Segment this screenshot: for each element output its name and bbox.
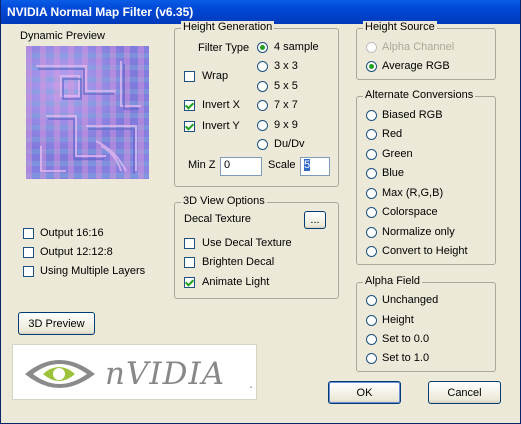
green-label: Green bbox=[382, 148, 413, 160]
alpha-channel-radio[interactable] bbox=[366, 42, 377, 53]
invert-x-checkbox[interactable] bbox=[184, 100, 195, 111]
red-label: Red bbox=[382, 128, 403, 140]
average-rgb-radio[interactable] bbox=[366, 61, 377, 72]
normalize-only-label: Normalize only bbox=[382, 226, 455, 238]
decal-browse-button[interactable]: ... bbox=[304, 211, 326, 229]
filter-5x5-radio[interactable] bbox=[257, 81, 268, 92]
window-title: NVIDIA Normal Map Filter (v6.35) bbox=[7, 5, 194, 19]
wrap-checkbox[interactable] bbox=[184, 71, 195, 82]
biased-rgb-radio[interactable] bbox=[366, 110, 377, 121]
invert-y-label: Invert Y bbox=[202, 120, 240, 132]
filter-9x9-label: 9 x 9 bbox=[274, 119, 298, 131]
filter-3x3-label: 3 x 3 bbox=[274, 60, 298, 72]
filter-7x7-label: 7 x 7 bbox=[274, 99, 298, 111]
unchanged-radio[interactable] bbox=[366, 295, 377, 306]
brighten-decal-checkbox[interactable] bbox=[184, 257, 195, 268]
filter-5x5-label: 5 x 5 bbox=[274, 80, 298, 92]
dialog-window: NVIDIA Normal Map Filter (v6.35) Dynamic… bbox=[0, 0, 521, 424]
filter-4-sample-label: 4 sample bbox=[274, 41, 319, 53]
alpha-field-title: Alpha Field bbox=[363, 275, 423, 287]
preview-label: Dynamic Preview bbox=[20, 30, 105, 42]
animate-light-checkbox[interactable] bbox=[184, 277, 195, 288]
use-decal-checkbox[interactable] bbox=[184, 238, 195, 249]
nvidia-logo-text: nVIDIA bbox=[105, 356, 226, 392]
set-to-zero-label: Set to 0.0 bbox=[382, 333, 430, 345]
red-radio[interactable] bbox=[366, 129, 377, 140]
max-rgb-radio[interactable] bbox=[366, 188, 377, 199]
average-rgb-label: Average RGB bbox=[382, 60, 450, 72]
height-source-title: Height Source bbox=[363, 21, 437, 33]
set-to-one-radio[interactable] bbox=[366, 353, 377, 364]
animate-light-label: Animate Light bbox=[202, 276, 270, 288]
invert-x-label: Invert X bbox=[202, 99, 240, 111]
output-12-12-8-checkbox[interactable] bbox=[23, 247, 34, 258]
multiple-layers-label: Using Multiple Layers bbox=[40, 265, 146, 277]
filter-dudv-label: Du/Dv bbox=[274, 138, 305, 150]
output-16-16-checkbox[interactable] bbox=[23, 228, 34, 239]
scale-input[interactable]: 5 bbox=[300, 157, 330, 176]
scale-label: Scale bbox=[268, 159, 296, 171]
normal-map-pattern bbox=[36, 61, 141, 174]
biased-rgb-label: Biased RGB bbox=[382, 109, 443, 121]
filter-4-sample-radio[interactable] bbox=[257, 42, 268, 53]
colorspace-radio[interactable] bbox=[366, 207, 377, 218]
nvidia-eye-icon bbox=[25, 360, 95, 388]
wrap-label: Wrap bbox=[202, 70, 229, 82]
min-z-input[interactable]: 0 bbox=[220, 157, 262, 176]
filter-9x9-radio[interactable] bbox=[257, 120, 268, 131]
3d-preview-button[interactable]: 3D Preview bbox=[18, 312, 95, 335]
height-label: Height bbox=[382, 314, 414, 326]
min-z-label: Min Z bbox=[188, 159, 216, 171]
filter-3x3-radio[interactable] bbox=[257, 61, 268, 72]
nvidia-logo: nVIDIA . bbox=[12, 344, 257, 400]
alternate-conversions-group: Alternate Conversions bbox=[356, 89, 496, 265]
alternate-conversions-title: Alternate Conversions bbox=[363, 89, 476, 101]
blue-label: Blue bbox=[382, 167, 405, 179]
brighten-decal-label: Brighten Decal bbox=[202, 256, 275, 268]
logo-mark: . bbox=[249, 375, 253, 391]
filter-type-label: Filter Type bbox=[198, 42, 250, 54]
filter-dudv-radio[interactable] bbox=[257, 139, 268, 150]
green-radio[interactable] bbox=[366, 149, 377, 160]
set-to-one-label: Set to 1.0 bbox=[382, 352, 430, 364]
multiple-layers-checkbox[interactable] bbox=[23, 266, 34, 277]
convert-to-height-label: Convert to Height bbox=[382, 245, 468, 257]
use-decal-label: Use Decal Texture bbox=[202, 237, 292, 249]
unchanged-label: Unchanged bbox=[382, 294, 439, 306]
height-radio[interactable] bbox=[366, 315, 377, 326]
output-16-16-label: Output 16:16 bbox=[40, 227, 104, 239]
ok-button[interactable]: OK bbox=[328, 381, 401, 404]
convert-to-height-radio[interactable] bbox=[366, 246, 377, 257]
scale-value: 5 bbox=[304, 159, 311, 171]
invert-y-checkbox[interactable] bbox=[184, 121, 195, 132]
output-12-12-8-label: Output 12:12:8 bbox=[40, 246, 113, 258]
colorspace-label: Colorspace bbox=[382, 206, 438, 218]
view-options-title: 3D View Options bbox=[181, 195, 267, 207]
height-generation-title: Height Generation bbox=[181, 21, 275, 33]
height-source-group: Height Source bbox=[356, 21, 496, 80]
normalize-only-radio[interactable] bbox=[366, 227, 377, 238]
filter-7x7-radio[interactable] bbox=[257, 100, 268, 111]
decal-texture-label: Decal Texture bbox=[184, 213, 252, 225]
alpha-channel-label: Alpha Channel bbox=[382, 41, 455, 53]
max-rgb-label: Max (R,G,B) bbox=[382, 187, 444, 199]
set-to-zero-radio[interactable] bbox=[366, 334, 377, 345]
dynamic-preview-image bbox=[26, 46, 149, 179]
cancel-button[interactable]: Cancel bbox=[428, 381, 501, 404]
blue-radio[interactable] bbox=[366, 168, 377, 179]
